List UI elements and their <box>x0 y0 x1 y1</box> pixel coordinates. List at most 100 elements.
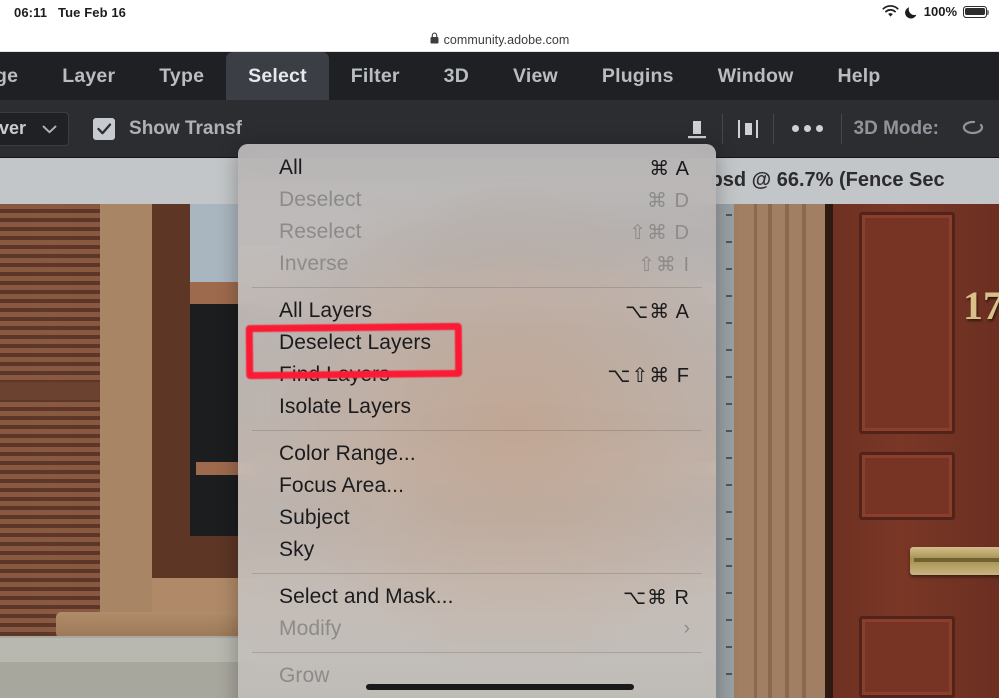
menu-separator <box>252 430 702 431</box>
artwork-door-area: 17 <box>716 204 999 698</box>
rotate-3d-icon[interactable] <box>949 100 999 157</box>
menu-item-label: Sky <box>279 538 315 561</box>
menu-type[interactable]: Type <box>137 52 226 100</box>
mail-slot <box>910 547 999 575</box>
menu-item-shortcut: ⌥⇧⌘ F <box>607 364 690 387</box>
door-panel-upper <box>859 212 955 434</box>
ruler-tick <box>726 619 732 621</box>
check-icon <box>93 117 116 140</box>
menu-layer[interactable]: Layer <box>40 52 137 100</box>
menu-items-container: ageLayerTypeSelectFilter3DViewPluginsWin… <box>0 52 903 100</box>
battery-icon <box>963 5 990 18</box>
annotation-highlight-box <box>245 322 463 380</box>
status-time: 06:11 <box>14 5 48 20</box>
select-dropdown-menu[interactable]: All ⌘ A Deselect ⌘ D Reselect ⇧⌘ D Inverse ⇧⌘ I… <box>238 144 716 698</box>
door-edge-shadow <box>825 204 833 698</box>
menu-item-shortcut: ⌥⌘ A <box>625 300 690 323</box>
menu-item-shortcut: ⇧⌘ I <box>638 253 690 276</box>
window-shutter <box>0 204 100 644</box>
menu-item-shortcut: ⌥⌘ R <box>622 586 690 609</box>
menu-help[interactable]: Help <box>815 52 902 100</box>
menu-item-label: All <box>279 156 303 179</box>
menu-item-label: Deselect <box>279 188 362 211</box>
menu-view[interactable]: View <box>491 52 580 100</box>
photoshop-app: ageLayerTypeSelectFilter3DViewPluginsWin… <box>0 52 999 698</box>
menu-item-select-and-mask[interactable]: Select and Mask... ⌥⌘ R <box>238 581 716 613</box>
menu-select[interactable]: Select <box>226 52 329 100</box>
chevron-right-icon: › <box>683 618 690 639</box>
status-bar-right: 100% <box>882 4 990 19</box>
menu-window[interactable]: Window <box>696 52 816 100</box>
status-bar-left: 06:11 Tue Feb 16 <box>14 5 126 20</box>
status-date: Tue Feb 16 <box>58 5 126 20</box>
browser-url-bar[interactable]: community.adobe.com <box>0 28 999 52</box>
menu-age[interactable]: age <box>0 52 40 100</box>
vertical-ruler <box>716 204 734 698</box>
mode-select[interactable]: ver <box>0 111 70 146</box>
show-transform-controls-checkbox[interactable]: Show Transf <box>93 117 242 140</box>
menu-item-label: Color Range... <box>279 442 416 465</box>
menu-item-label: Focus Area... <box>279 474 405 497</box>
menu-item-focus-area[interactable]: Focus Area... <box>238 470 716 502</box>
front-door: 17 <box>833 204 999 698</box>
ruler-tick <box>726 376 732 378</box>
show-transform-controls-label: Show Transf <box>129 117 242 139</box>
url-bar-divider <box>0 51 999 52</box>
lock-icon <box>430 31 439 49</box>
menu-item-shortcut: ⌘ A <box>649 157 690 180</box>
document-title: .psd @ 66.7% (Fence Sec <box>705 169 945 191</box>
menu-3d[interactable]: 3D <box>422 52 491 100</box>
ruler-tick <box>726 349 732 351</box>
ruler-tick <box>726 484 732 486</box>
door-trim <box>734 204 825 698</box>
ruler-tick <box>726 592 732 594</box>
menu-filter[interactable]: Filter <box>329 52 422 100</box>
menu-item-isolate-layers[interactable]: Isolate Layers <box>238 391 716 423</box>
menu-item-shortcut: ⇧⌘ D <box>629 221 690 244</box>
ellipsis-icon[interactable] <box>774 125 841 132</box>
menu-item-all-layers[interactable]: All Layers ⌥⌘ A <box>238 295 716 327</box>
ruler-tick <box>726 646 732 648</box>
menu-item-similar: Similar <box>238 692 716 698</box>
battery-percent: 100% <box>923 4 957 19</box>
house-number: 17 <box>963 283 999 328</box>
ruler-tick <box>726 241 732 243</box>
moon-icon <box>904 5 918 19</box>
menu-plugins[interactable]: Plugins <box>580 52 696 100</box>
screen-root: 06:11 Tue Feb 16 100% community.adobe.co… <box>0 0 999 698</box>
mode-select-value: ver <box>0 118 27 138</box>
ruler-tick <box>726 322 732 324</box>
wifi-icon <box>882 5 899 18</box>
ruler-tick <box>726 511 732 513</box>
menu-separator <box>252 652 702 653</box>
threed-mode-label: 3D Mode: <box>853 117 940 139</box>
photoshop-menu-bar: ageLayerTypeSelectFilter3DViewPluginsWin… <box>0 52 999 100</box>
home-indicator[interactable] <box>365 684 634 690</box>
menu-item-label: Subject <box>279 506 350 529</box>
url-text: community.adobe.com <box>443 33 570 47</box>
menu-item-sky[interactable]: Sky <box>238 534 716 566</box>
ruler-tick <box>726 538 732 540</box>
options-bar-right: 3D Mode: <box>672 100 999 157</box>
menu-item-inverse: Inverse ⇧⌘ I <box>238 248 716 280</box>
menu-item-label: Modify <box>279 617 342 640</box>
menu-separator <box>252 287 702 288</box>
menu-item-label: All Layers <box>279 299 373 322</box>
menu-item-label: Isolate Layers <box>279 395 412 418</box>
menu-item-label: Inverse <box>279 252 349 275</box>
ruler-tick <box>726 403 732 405</box>
ruler-tick <box>726 268 732 270</box>
door-panel-mid <box>859 452 955 520</box>
chevron-down-icon <box>42 118 57 139</box>
menu-item-subject[interactable]: Subject <box>238 502 716 534</box>
menu-separator <box>252 573 702 574</box>
door-panel-lower <box>859 616 955 698</box>
ruler-tick <box>726 295 732 297</box>
menu-item-all[interactable]: All ⌘ A <box>238 152 716 184</box>
menu-item-color-range[interactable]: Color Range... <box>238 438 716 470</box>
ruler-tick <box>726 457 732 459</box>
distribute-horizontal-icon[interactable] <box>723 100 773 157</box>
ruler-tick <box>726 430 732 432</box>
menu-item-reselect: Reselect ⇧⌘ D <box>238 216 716 248</box>
ruler-tick <box>726 673 732 675</box>
